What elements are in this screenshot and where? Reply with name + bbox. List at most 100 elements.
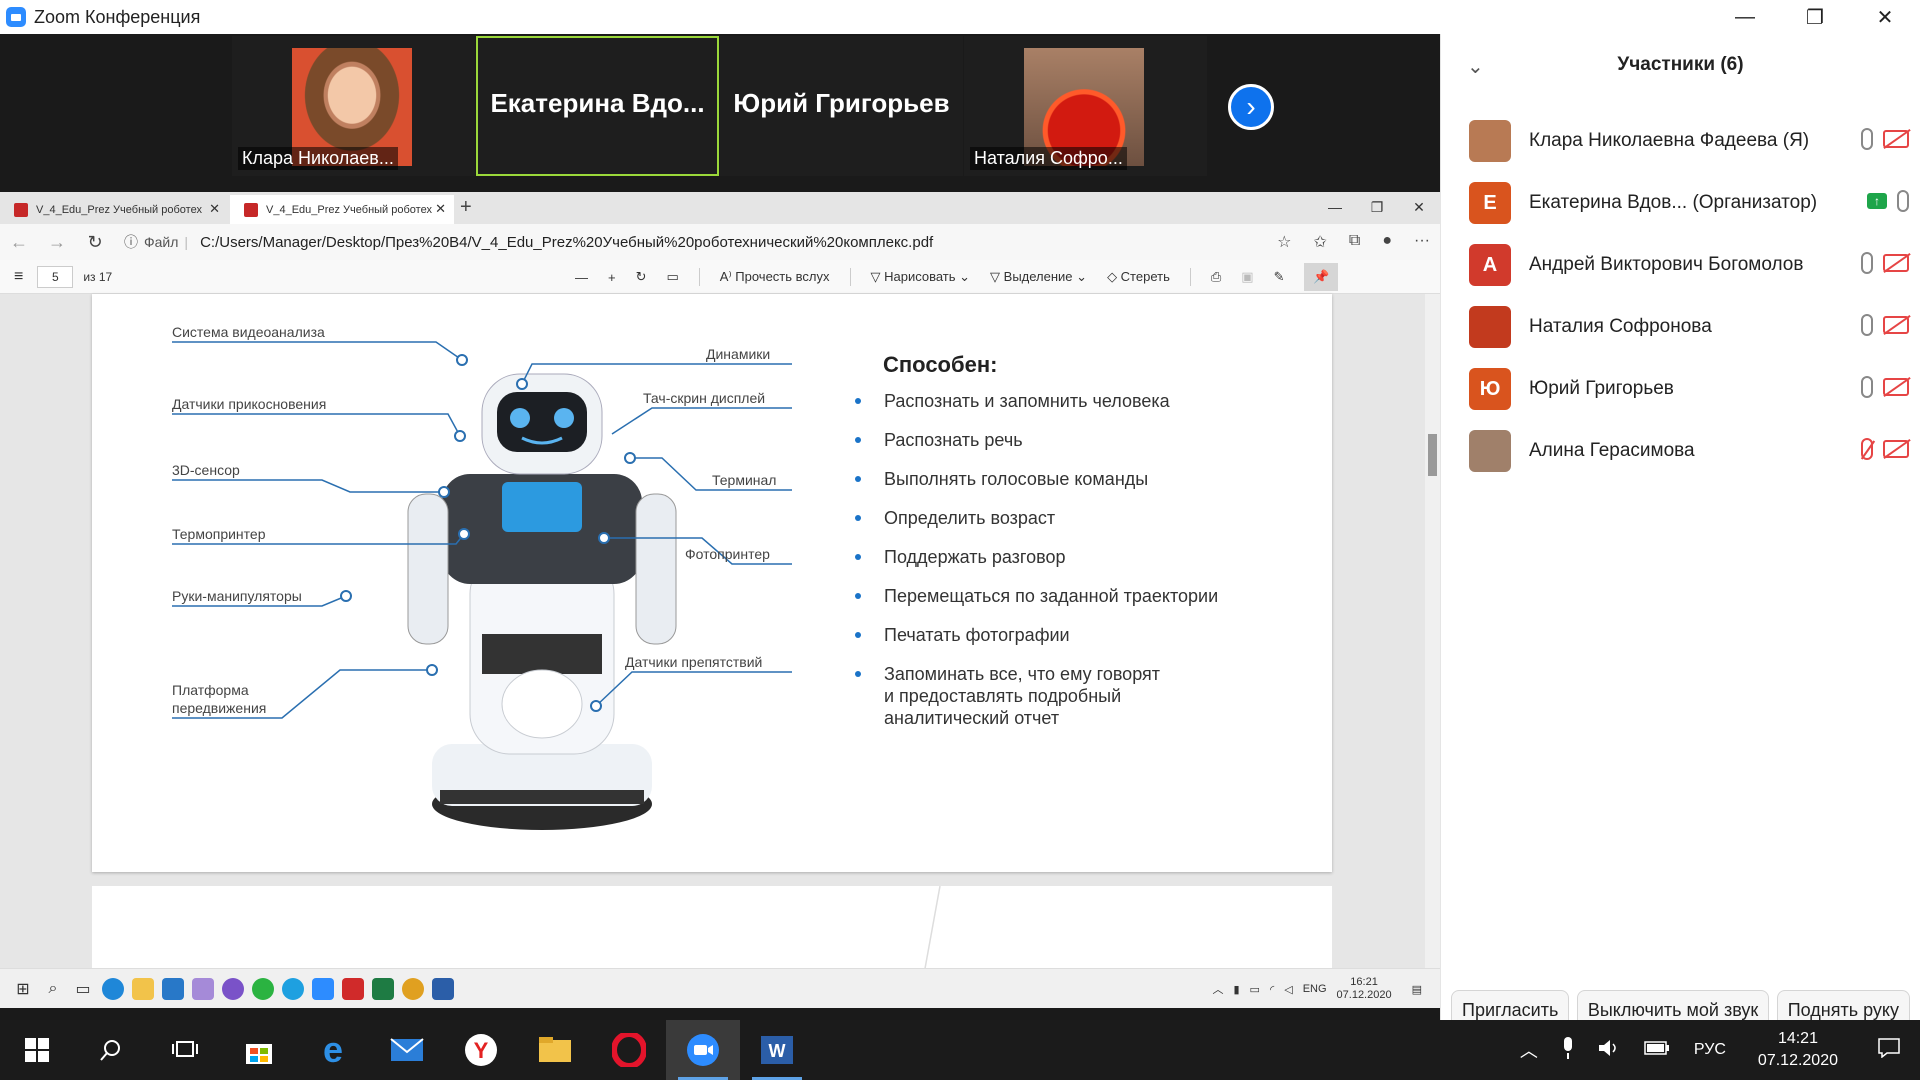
page-number-input[interactable]: 5: [37, 265, 74, 288]
zoom-app-icon[interactable]: [308, 974, 338, 1004]
tray-language[interactable]: ENG: [1303, 983, 1327, 995]
favorites-list-icon[interactable]: ✩: [1314, 232, 1327, 252]
action-center-icon[interactable]: [1878, 1037, 1900, 1063]
zoom-in-icon[interactable]: +: [608, 270, 616, 285]
tray-battery-icon[interactable]: [1644, 1040, 1670, 1061]
camera-off-icon[interactable]: [1883, 254, 1909, 272]
pdf-scrollbar[interactable]: [1425, 294, 1440, 1040]
tray-clock[interactable]: 16:21 07.12.2020: [1337, 976, 1392, 1002]
participant-row[interactable]: Клара Николаевна Фадеева (Я): [1469, 116, 1909, 166]
back-arrow-icon[interactable]: ←: [0, 232, 38, 253]
zoom-out-icon[interactable]: —: [575, 270, 588, 285]
save-icon[interactable]: ▣: [1241, 269, 1253, 285]
rotate-icon[interactable]: ↻: [636, 269, 647, 285]
browser-tab-active[interactable]: V_4_Edu_Prez Учебный роботех ✕: [230, 195, 454, 224]
tray-mic-icon[interactable]: ▮: [1233, 983, 1239, 996]
participant-row[interactable]: Алина Герасимова: [1469, 426, 1909, 476]
mail-app-icon[interactable]: [370, 1020, 444, 1080]
edge-legacy-app-icon[interactable]: e: [296, 1020, 370, 1080]
mic-icon[interactable]: [1897, 190, 1909, 212]
tray-clock[interactable]: 14:21 07.12.2020: [1758, 1028, 1838, 1072]
windows-start-icon[interactable]: [0, 1020, 74, 1080]
minimize-button[interactable]: —: [1710, 0, 1780, 34]
read-aloud-button[interactable]: A⁾ Прочесть вслух: [720, 269, 830, 285]
task-view-icon[interactable]: [148, 1020, 222, 1080]
tray-mic-icon[interactable]: [1562, 1036, 1574, 1064]
skype-app-icon[interactable]: [278, 974, 308, 1004]
print-icon[interactable]: ⎙: [1211, 269, 1221, 285]
notifications-icon[interactable]: ▤: [1412, 983, 1422, 996]
excel-app-icon[interactable]: [368, 974, 398, 1004]
browser-minimize-icon[interactable]: —: [1314, 192, 1356, 222]
search-icon[interactable]: [74, 1020, 148, 1080]
opera-app-icon[interactable]: [592, 1020, 666, 1080]
restore-button[interactable]: ❐: [1780, 0, 1850, 34]
url-field[interactable]: C:/Users/Manager/Desktop/През%20В4/V_4_E…: [200, 234, 933, 251]
forward-arrow-icon[interactable]: →: [38, 232, 76, 253]
pdf-viewer[interactable]: Система видеоанализа Датчики прикосновен…: [0, 294, 1425, 1040]
contents-list-icon[interactable]: ≡: [14, 268, 23, 286]
video-tile-yuriy[interactable]: Юрий Григорьев: [720, 36, 963, 176]
explorer-app-icon[interactable]: [128, 974, 158, 1004]
edge-app-icon[interactable]: [98, 974, 128, 1004]
tray-language[interactable]: РУС: [1694, 1041, 1726, 1059]
mic-icon[interactable]: [1861, 376, 1873, 398]
tray-wifi-icon[interactable]: ◜: [1270, 983, 1274, 996]
collections-icon[interactable]: ⧉: [1349, 232, 1360, 252]
close-button[interactable]: ✕: [1850, 0, 1920, 34]
zoom-app-icon[interactable]: [666, 1020, 740, 1080]
video-tile-natalia[interactable]: Наталия Софро...: [964, 36, 1207, 176]
tab-close-icon[interactable]: ✕: [435, 201, 446, 217]
mic-icon[interactable]: [1861, 128, 1873, 150]
erase-button[interactable]: ◇ Стереть: [1107, 269, 1170, 285]
viber-app-icon[interactable]: [218, 974, 248, 1004]
word-app-icon[interactable]: [428, 974, 458, 1004]
windows-start-icon[interactable]: ⊞: [8, 974, 38, 1004]
browser-close-icon[interactable]: ✕: [1398, 192, 1440, 222]
participant-row[interactable]: Е Екатерина Вдов... (Организатор) ↑: [1469, 178, 1909, 228]
browser-restore-icon[interactable]: ❐: [1356, 192, 1398, 222]
tray-chevron-icon[interactable]: ︿: [1520, 1037, 1538, 1063]
search-icon[interactable]: ⌕: [38, 974, 68, 1004]
profile-avatar-icon[interactable]: ●: [1382, 232, 1392, 252]
word-app-icon[interactable]: W: [740, 1020, 814, 1080]
video-tile-klara[interactable]: Клара Николаев...: [232, 36, 475, 176]
mail-app-icon[interactable]: [158, 974, 188, 1004]
save-as-icon[interactable]: ✎: [1274, 269, 1285, 285]
mic-icon[interactable]: [1861, 314, 1873, 336]
tab-close-icon[interactable]: ✕: [209, 201, 220, 217]
participant-row[interactable]: Ю Юрий Григорьев: [1469, 364, 1909, 414]
favorite-star-icon[interactable]: ☆: [1277, 232, 1291, 252]
photo-app-icon[interactable]: [188, 974, 218, 1004]
fit-page-icon[interactable]: ▭: [667, 269, 679, 285]
video-tile-ekaterina[interactable]: Екатерина Вдо...: [476, 36, 719, 176]
camera-off-icon[interactable]: [1883, 130, 1909, 148]
yandex-browser-icon[interactable]: Y: [444, 1020, 518, 1080]
store-app-icon[interactable]: [222, 1020, 296, 1080]
next-page-arrow-icon[interactable]: ›: [1228, 84, 1274, 130]
tray-volume-icon[interactable]: [1598, 1038, 1620, 1063]
chrome-app-icon[interactable]: [398, 974, 428, 1004]
mic-icon[interactable]: [1861, 252, 1873, 274]
highlight-button[interactable]: ▽ Выделение ⌄: [990, 269, 1087, 285]
scrollbar-thumb[interactable]: [1428, 434, 1437, 476]
refresh-icon[interactable]: ↻: [76, 232, 114, 253]
draw-button[interactable]: ▽ Нарисовать ⌄: [871, 269, 971, 285]
participant-row[interactable]: Наталия Софронова: [1469, 302, 1909, 352]
participant-row[interactable]: А Андрей Викторович Богомолов: [1469, 240, 1909, 290]
explorer-app-icon[interactable]: [518, 1020, 592, 1080]
camera-off-icon[interactable]: [1883, 440, 1909, 458]
more-menu-icon[interactable]: ···: [1414, 232, 1430, 252]
whatsapp-app-icon[interactable]: [248, 974, 278, 1004]
new-tab-plus-icon[interactable]: +: [460, 196, 472, 219]
browser-tab[interactable]: V_4_Edu_Prez Учебный роботех ✕: [0, 195, 228, 224]
site-info[interactable]: ⓘ Файл |: [124, 232, 188, 252]
mic-muted-icon[interactable]: [1861, 438, 1873, 460]
tray-battery-icon[interactable]: ▭: [1250, 983, 1260, 996]
pin-toolbar-icon[interactable]: 📌: [1304, 263, 1339, 291]
camera-off-icon[interactable]: [1883, 316, 1909, 334]
camera-off-icon[interactable]: [1883, 378, 1909, 396]
tray-volume-icon[interactable]: ◁: [1284, 983, 1292, 996]
task-view-icon[interactable]: ▭: [68, 974, 98, 1004]
tray-chevron-icon[interactable]: ︿: [1212, 981, 1223, 997]
